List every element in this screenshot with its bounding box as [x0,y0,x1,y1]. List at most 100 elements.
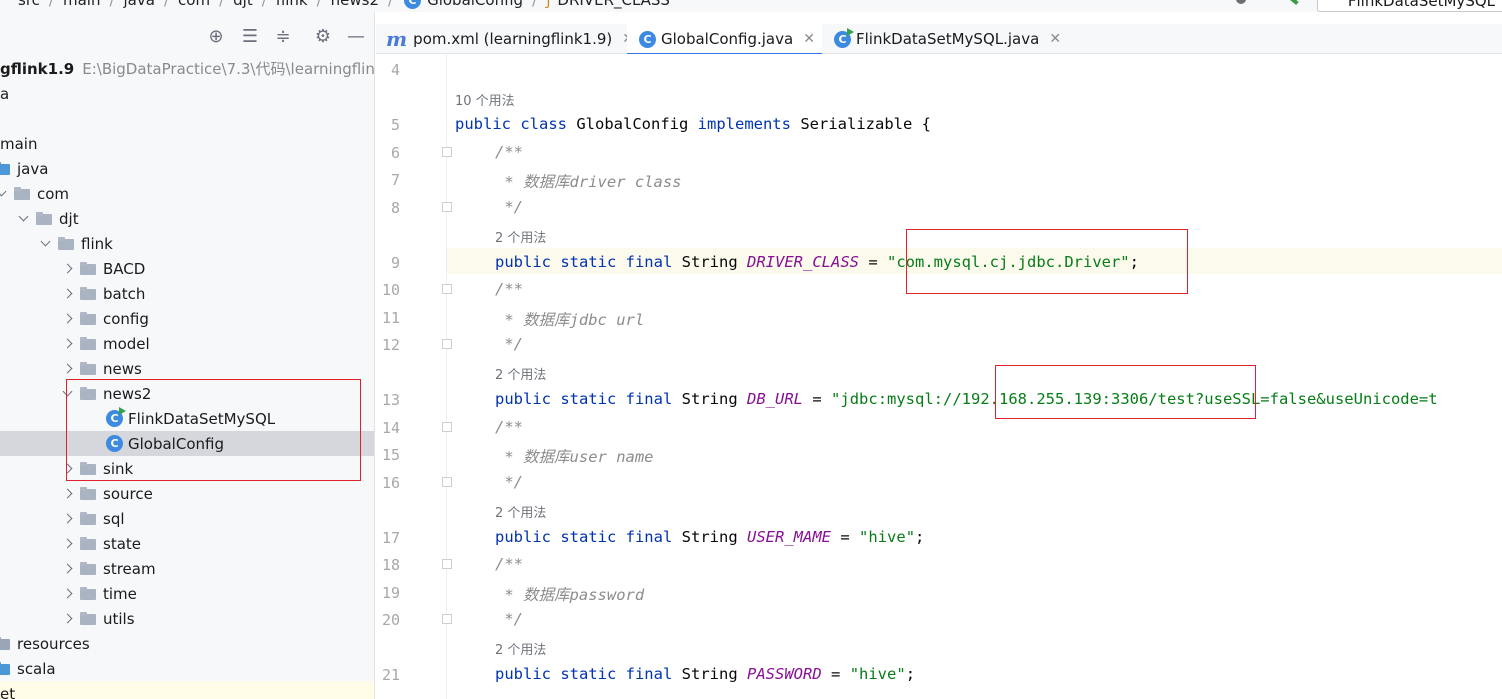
chevron-right-icon[interactable] [60,511,76,527]
breadcrumb-item-java[interactable]: java [124,0,155,9]
line-number: 21 [381,666,400,684]
fold-marker[interactable] [442,614,452,624]
editor-tabs: mpom.xml (learningflink1.9)✕ CGlobalConf… [376,24,1502,55]
usages-hint[interactable]: 10 个用法 [455,90,515,109]
usages-hint[interactable]: 2 个用法 [495,639,546,658]
tree-item-package[interactable]: news [0,356,374,381]
tree-item-a[interactable]: a [0,81,374,106]
source-folder-icon [0,662,11,675]
tree-item-target[interactable]: et [0,681,374,699]
breadcrumb-item-src[interactable]: src [18,0,40,9]
line-number: 16 [381,474,400,492]
chevron-right-icon[interactable] [60,586,76,602]
usages-hint[interactable]: 2 个用法 [495,502,546,521]
package-icon [80,487,97,500]
run-config-selector[interactable]: FlinkDataSetMySQL [1316,0,1502,12]
chevron-right-icon[interactable] [60,561,76,577]
chevron-down-icon[interactable] [38,236,54,252]
tree-item-package[interactable]: config [0,306,374,331]
tree-item-package[interactable]: utils [0,606,374,631]
tree-item-package[interactable]: sql [0,506,374,531]
tree-root-project[interactable]: gflink1.9 E:\BigDataPractice\7.3\代码\lear… [0,56,375,81]
fold-marker[interactable] [442,339,452,349]
tree-item-package[interactable]: state [0,531,374,556]
line-number: 12 [381,336,400,354]
close-icon[interactable]: ✕ [1049,31,1061,47]
tree-item-package[interactable]: BACD [0,256,374,281]
breadcrumb-item-djt[interactable]: djt [233,0,253,9]
line-number: 20 [381,611,400,629]
collapse-all-icon[interactable]: ≑ [273,27,293,47]
tree-item-package[interactable]: time [0,581,374,606]
tree-item-package[interactable]: stream [0,556,374,581]
code-line-password: public static final String PASSWORD = "h… [495,665,916,683]
expand-all-icon[interactable]: ☰ [240,27,260,47]
line-number: 10 [381,281,400,299]
maven-icon: m [386,27,408,51]
usages-hint[interactable]: 2 个用法 [495,227,546,246]
line-number: 14 [381,419,400,437]
chevron-right-icon[interactable] [60,336,76,352]
tree-item-package[interactable]: batch [0,281,374,306]
package-icon [80,287,97,300]
fold-marker[interactable] [442,284,452,294]
tree-item-com[interactable]: com [0,181,374,206]
tree-item-resources[interactable]: resources [0,631,374,656]
chevron-right-icon[interactable] [60,361,76,377]
tab-globalconfig[interactable]: C GlobalConfig.java ✕ [627,24,822,55]
usages-hint[interactable]: 2 个用法 [495,364,546,383]
tree-item-package[interactable]: model [0,331,374,356]
source-folder-icon [0,162,11,175]
tree-item-java[interactable]: java [0,156,374,181]
locate-target-icon[interactable]: ⊕ [206,27,226,47]
chevron-right-icon[interactable] [60,286,76,302]
tab-flinkdatasetmysql[interactable]: C FlinkDataSetMySQL.java ✕ [822,24,1062,54]
minimize-icon[interactable]: — [346,27,366,47]
fold-marker[interactable] [442,477,452,487]
chevron-down-icon[interactable] [0,186,10,202]
chevron-right-icon[interactable] [60,311,76,327]
chevron-right-icon[interactable] [60,536,76,552]
fold-marker[interactable] [442,559,452,569]
tree-item-main[interactable]: main [0,131,374,156]
chevron-right-icon[interactable] [60,486,76,502]
fold-marker[interactable] [442,202,452,212]
project-path: E:\BigDataPractice\7.3\代码\learningflink1 [82,60,375,78]
annotation-box [66,379,361,481]
tree-item-flink[interactable]: flink [0,231,374,256]
breadcrumb-item-field[interactable]: ƒ DRIVER_CLASS [546,0,670,9]
breadcrumb-item-main[interactable]: main [63,0,100,9]
breadcrumb-item-com[interactable]: com [178,0,210,9]
tree-item-scala[interactable]: scala [0,656,374,681]
runnable-class-icon: C [834,27,854,48]
gear-icon[interactable]: ⚙ [313,27,333,47]
package-icon [36,212,53,225]
project-tool-window: ⊕ ☰ ≑ ⚙ — gflink1.9 E:\BigDataPractice\7… [0,12,375,699]
user-icon[interactable] [1233,0,1255,10]
line-number: 8 [390,199,400,217]
line-number: 17 [381,529,400,547]
breadcrumb-bar: src / main / java / com / djt / flink / news2/… [0,0,1502,12]
chevron-right-icon[interactable] [60,261,76,277]
tree-item-djt[interactable]: djt [0,206,374,231]
breadcrumb-item-news2[interactable]: news2 [331,0,379,9]
fold-marker[interactable] [442,422,452,432]
close-icon[interactable]: ✕ [803,31,815,47]
project-name: gflink1.9 [0,59,75,78]
code-line-comment: * 数据库password [504,586,645,604]
chevron-down-icon[interactable] [16,211,32,227]
line-number: 7 [390,171,400,189]
code-editor[interactable]: 4 5 6 7 8 9 10 11 12 13 14 15 16 17 18 1… [376,54,1502,699]
package-icon [80,562,97,575]
breadcrumb-item-flink[interactable]: flink [276,0,308,9]
tree-item-package[interactable]: source [0,481,374,506]
line-number: 13 [381,391,400,409]
build-hammer-icon[interactable] [1283,0,1299,9]
annotation-box [995,365,1256,419]
fold-marker[interactable] [442,147,452,157]
package-icon [14,187,31,200]
package-icon [80,587,97,600]
tab-pom-xml[interactable]: mpom.xml (learningflink1.9)✕ [376,24,634,54]
breadcrumb-item-globalconfig[interactable]: C GlobalConfig [402,0,523,9]
chevron-right-icon[interactable] [60,611,76,627]
